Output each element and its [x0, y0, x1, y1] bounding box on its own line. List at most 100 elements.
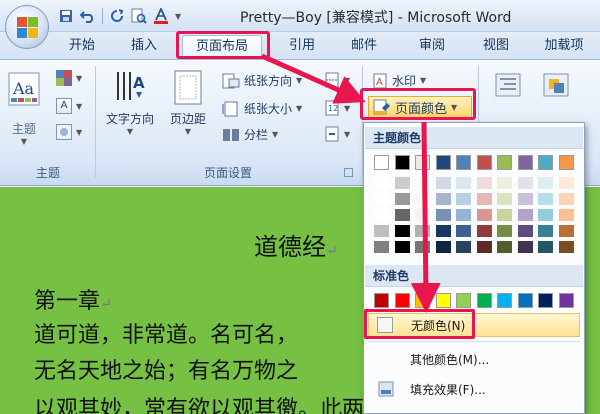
document-line[interactable]: 第一章↵ [34, 283, 112, 315]
tab-insert[interactable]: 插入 [122, 35, 166, 59]
theme-color-shade[interactable] [435, 177, 451, 189]
theme-color-swatch[interactable] [394, 155, 410, 170]
standard-color-swatch[interactable] [456, 293, 471, 308]
theme-color-shade[interactable] [476, 193, 492, 205]
theme-color-shade[interactable] [497, 241, 512, 253]
standard-color-swatch[interactable] [538, 293, 553, 308]
theme-color-swatch[interactable] [497, 155, 512, 170]
standard-color-swatch[interactable] [497, 293, 512, 308]
orientation-button[interactable]: 纸张方向 ▼ [222, 72, 302, 89]
theme-color-shade[interactable] [558, 177, 574, 189]
document-line[interactable]: 无名天地之始；有名万物之 [34, 353, 298, 385]
tab-mailings[interactable]: 邮件 [342, 35, 386, 59]
theme-color-swatch[interactable] [517, 155, 533, 170]
theme-color-shade[interactable] [374, 209, 389, 221]
theme-color-shade[interactable] [456, 225, 471, 237]
theme-color-swatch[interactable] [415, 155, 430, 170]
more-colors-item[interactable]: 其他颜色(M)... [368, 347, 580, 371]
theme-button[interactable]: Aa 主题 ▼ [6, 72, 42, 146]
paragraph-indent-button[interactable] [488, 72, 528, 98]
dialog-launcher-icon[interactable] [344, 168, 353, 177]
tab-review[interactable]: 审阅 [410, 35, 454, 59]
theme-color-shade[interactable] [517, 193, 533, 205]
theme-fonts-button[interactable]: A ▼ [56, 98, 82, 114]
document-line[interactable]: 道可道，非常道。名可名， [34, 317, 298, 349]
tab-home[interactable]: 开始 [60, 35, 104, 59]
theme-color-shade[interactable] [538, 177, 553, 189]
standard-color-swatch[interactable] [476, 293, 492, 308]
theme-color-shade[interactable] [456, 241, 471, 253]
theme-color-shade[interactable] [415, 225, 430, 237]
theme-color-shade[interactable] [374, 225, 389, 237]
font-color-icon[interactable] [153, 8, 169, 24]
document-heading[interactable]: 道德经↵ [254, 227, 338, 262]
theme-color-shade[interactable] [558, 193, 574, 205]
text-direction-button[interactable]: A 文字方向 ▼ [102, 70, 158, 136]
theme-color-shade[interactable] [497, 177, 512, 189]
standard-color-swatch[interactable] [374, 293, 389, 308]
breaks-button[interactable]: ▼ [324, 72, 350, 88]
line-numbers-button[interactable]: 12 ▼ [324, 100, 350, 116]
theme-color-shade[interactable] [435, 193, 451, 205]
theme-color-shade[interactable] [394, 241, 410, 253]
qat-customize-icon[interactable]: ▼ [175, 12, 181, 21]
theme-color-shade[interactable] [394, 177, 410, 189]
standard-color-swatch[interactable] [558, 293, 574, 308]
theme-color-shade[interactable] [435, 209, 451, 221]
standard-color-swatch[interactable] [415, 293, 430, 308]
theme-color-shade[interactable] [456, 177, 471, 189]
standard-color-swatch[interactable] [435, 293, 451, 308]
theme-color-shade[interactable] [497, 225, 512, 237]
theme-color-shade[interactable] [497, 193, 512, 205]
theme-color-shade[interactable] [538, 241, 553, 253]
theme-color-shade[interactable] [558, 241, 574, 253]
theme-color-shade[interactable] [415, 209, 430, 221]
theme-color-swatch[interactable] [558, 155, 574, 170]
tab-view[interactable]: 视图 [474, 35, 518, 59]
theme-color-shade[interactable] [415, 177, 430, 189]
theme-color-shade[interactable] [558, 209, 574, 221]
theme-color-shade[interactable] [394, 193, 410, 205]
tab-references[interactable]: 引用 [280, 35, 324, 59]
theme-color-shade[interactable] [476, 241, 492, 253]
theme-effects-button[interactable]: ▼ [56, 124, 82, 140]
theme-color-shade[interactable] [538, 193, 553, 205]
theme-color-shade[interactable] [435, 225, 451, 237]
theme-color-shade[interactable] [374, 193, 389, 205]
fill-effects-item[interactable]: 填充效果(F)... [368, 377, 580, 401]
theme-color-shade[interactable] [374, 177, 389, 189]
theme-color-shade[interactable] [394, 225, 410, 237]
theme-color-shade[interactable] [517, 225, 533, 237]
arrange-button[interactable] [536, 72, 576, 98]
hyphenation-button[interactable]: ▼ [324, 126, 350, 142]
theme-color-shade[interactable] [517, 241, 533, 253]
theme-color-shade[interactable] [374, 241, 389, 253]
theme-color-shade[interactable] [476, 209, 492, 221]
theme-color-shade[interactable] [476, 225, 492, 237]
undo-icon[interactable] [80, 8, 96, 24]
print-preview-icon[interactable] [131, 8, 147, 24]
theme-color-swatch[interactable] [538, 155, 553, 170]
theme-color-shade[interactable] [456, 209, 471, 221]
theme-color-swatch[interactable] [374, 155, 389, 170]
theme-color-swatch[interactable] [435, 155, 451, 170]
office-button[interactable] [5, 5, 49, 49]
theme-color-shade[interactable] [415, 241, 430, 253]
tab-add-ins[interactable]: 加载项 [534, 35, 594, 59]
save-icon[interactable] [58, 8, 74, 24]
theme-color-swatch[interactable] [456, 155, 471, 170]
theme-color-shade[interactable] [415, 193, 430, 205]
theme-color-swatch[interactable] [476, 155, 492, 170]
page-size-button[interactable]: 纸张大小 ▼ [222, 100, 302, 117]
watermark-button[interactable]: A 水印 ▼ [372, 72, 426, 89]
theme-color-shade[interactable] [394, 209, 410, 221]
theme-color-shade[interactable] [476, 177, 492, 189]
theme-color-shade[interactable] [517, 177, 533, 189]
theme-color-shade[interactable] [538, 225, 553, 237]
theme-color-shade[interactable] [517, 209, 533, 221]
theme-colors-button[interactable]: ▼ [56, 70, 82, 86]
theme-color-shade[interactable] [558, 225, 574, 237]
redo-icon[interactable] [109, 8, 125, 24]
theme-color-shade[interactable] [497, 209, 512, 221]
theme-color-shade[interactable] [456, 193, 471, 205]
